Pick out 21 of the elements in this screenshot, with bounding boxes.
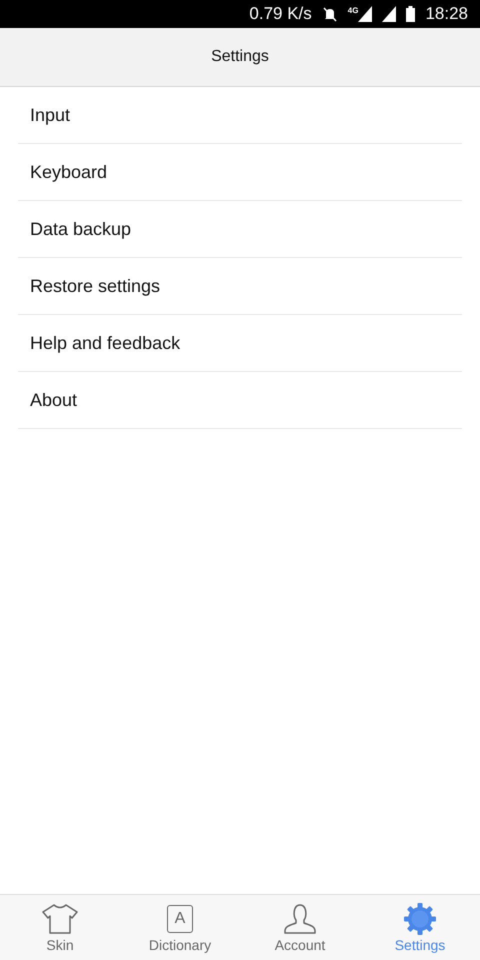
signal-icon xyxy=(358,6,372,22)
settings-item[interactable]: Input xyxy=(18,87,462,144)
network-speed: 0.79 K/s xyxy=(249,4,312,24)
muted-bell-icon xyxy=(322,6,338,22)
settings-item[interactable]: Restore settings xyxy=(18,258,462,315)
nav-tab[interactable]: A Dictionary xyxy=(120,895,240,960)
settings-item[interactable]: Data backup xyxy=(18,201,462,258)
header-title: Settings xyxy=(0,28,480,87)
nav-tab[interactable]: Skin xyxy=(0,895,120,960)
network-type: 4G xyxy=(348,6,358,15)
signal-icon xyxy=(382,6,396,22)
settings-item[interactable]: Help and feedback xyxy=(18,315,462,372)
shirt-icon xyxy=(41,902,79,934)
person-icon xyxy=(282,902,318,934)
settings-icon xyxy=(404,902,436,934)
letter-icon: A xyxy=(167,904,193,932)
clock: 18:28 xyxy=(425,4,468,24)
settings-item[interactable]: About xyxy=(18,372,462,429)
battery-icon xyxy=(406,6,416,22)
settings-item[interactable]: Keyboard xyxy=(18,144,462,201)
nav-tab[interactable]: Account xyxy=(240,895,360,960)
